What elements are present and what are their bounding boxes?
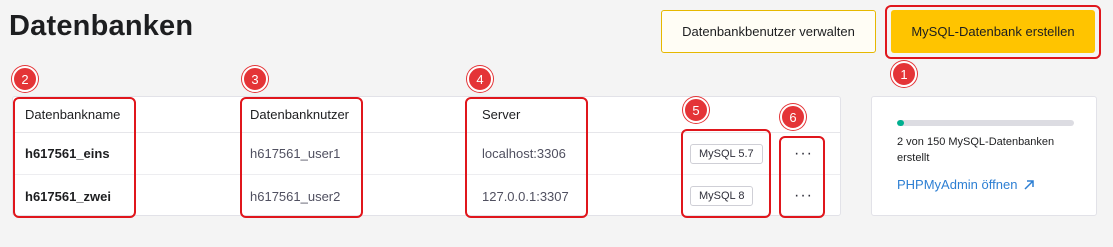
- phpmyadmin-link-label[interactable]: PHPMyAdmin öffnen: [897, 177, 1017, 192]
- create-mysql-db-button[interactable]: MySQL-Datenbank erstellen: [891, 10, 1095, 53]
- step-marker-6: 6: [780, 104, 806, 130]
- manage-db-users-button[interactable]: Datenbankbenutzer verwalten: [661, 10, 876, 53]
- step-marker-4: 4: [467, 66, 493, 92]
- column-header-server: Server: [482, 107, 521, 122]
- usage-progress-bar: [897, 120, 1074, 126]
- mysql-version-badge: MySQL 8: [690, 186, 754, 206]
- db-name-cell: h617561_zwei: [25, 188, 112, 204]
- phpmyadmin-link[interactable]: PHPMyAdmin öffnen: [897, 177, 1035, 192]
- db-name-cell: h617561_eins: [25, 146, 110, 161]
- step-marker-2: 2: [12, 66, 38, 92]
- step-marker-1: 1: [891, 61, 917, 87]
- more-icon[interactable]: ···: [794, 188, 813, 204]
- database-table: Datenbankname Datenbanknutzer Server h61…: [12, 96, 841, 216]
- usage-progress-fill: [897, 120, 905, 126]
- step-marker-5: 5: [683, 97, 709, 123]
- page-title: Datenbanken: [9, 10, 194, 42]
- column-header-name: Datenbankname: [25, 107, 121, 122]
- mysql-version-badge: MySQL 5.7: [690, 143, 763, 164]
- db-user-cell: h617561_user2: [250, 188, 341, 204]
- row-actions-button[interactable]: ···: [794, 133, 813, 174]
- more-icon[interactable]: ···: [794, 145, 813, 162]
- db-server-cell: localhost:3306: [482, 146, 566, 161]
- step-marker-3: 3: [242, 66, 268, 92]
- db-server-cell: 127.0.0.1:3307: [482, 188, 569, 204]
- db-user-cell: h617561_user1: [250, 146, 341, 161]
- row-actions-button[interactable]: ···: [794, 175, 813, 217]
- table-header: Datenbankname Datenbanknutzer Server: [13, 97, 840, 133]
- external-link-icon[interactable]: [1023, 179, 1035, 191]
- usage-card: 2 von 150 MySQL-Datenbanken erstellt PHP…: [871, 96, 1097, 216]
- table-row: h617561_zwei h617561_user2 127.0.0.1:330…: [13, 175, 840, 217]
- table-row: h617561_eins h617561_user1 localhost:330…: [13, 133, 840, 175]
- usage-text: 2 von 150 MySQL-Datenbanken erstellt: [897, 136, 1055, 164]
- column-header-user: Datenbanknutzer: [250, 107, 350, 122]
